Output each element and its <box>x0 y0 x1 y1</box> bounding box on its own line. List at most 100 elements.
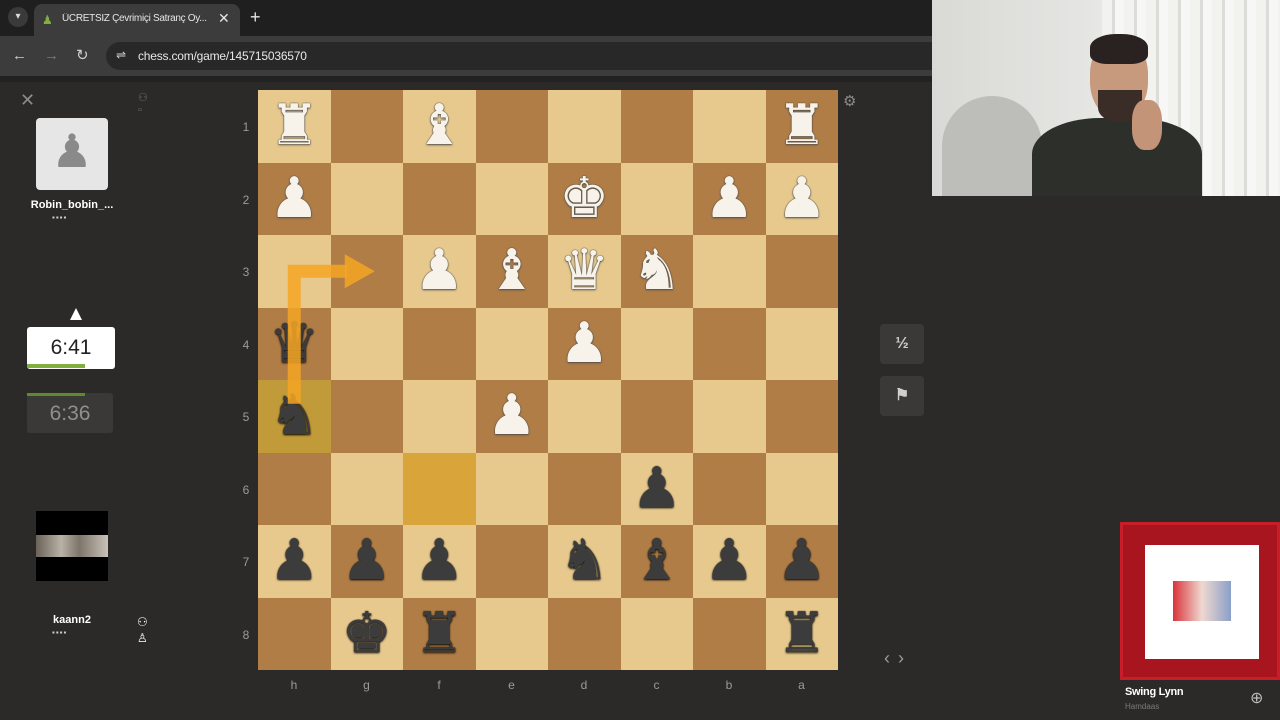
black-queen-piece[interactable]: ♛ <box>258 308 331 381</box>
white-pawn-piece[interactable]: ♟ <box>476 380 549 453</box>
square-g2[interactable] <box>330 162 403 235</box>
black-pawn-piece[interactable]: ♟ <box>258 525 331 598</box>
square-c1[interactable] <box>620 90 693 163</box>
square-b4[interactable] <box>693 307 766 380</box>
black-bishop-piece[interactable]: ♝ <box>621 525 694 598</box>
square-e1[interactable] <box>475 90 548 163</box>
square-c3[interactable]: ♞ <box>620 235 694 308</box>
square-d2[interactable]: ♚ <box>548 162 621 236</box>
square-h5[interactable]: ♞ <box>258 380 331 453</box>
square-c7[interactable]: ♝ <box>620 525 694 598</box>
square-b2[interactable]: ♟ <box>693 162 766 236</box>
square-h7[interactable]: ♟ <box>258 525 331 598</box>
white-queen-piece[interactable]: ♛ <box>548 235 621 308</box>
square-c4[interactable] <box>620 307 693 380</box>
white-bishop-piece[interactable]: ♝ <box>403 90 476 163</box>
square-d8[interactable] <box>548 597 621 670</box>
resign-flag-button[interactable]: ⚑ <box>880 376 924 416</box>
tab-close-icon[interactable]: ✕ <box>218 10 230 27</box>
square-d5[interactable] <box>548 380 621 453</box>
square-a8[interactable]: ♜ <box>765 597 839 671</box>
square-a5[interactable] <box>765 380 838 453</box>
square-e5[interactable]: ♟ <box>475 380 549 453</box>
square-d1[interactable] <box>548 90 621 163</box>
tab-search-button[interactable]: ▾ <box>8 7 28 27</box>
white-rook-piece[interactable]: ♜ <box>766 90 839 163</box>
white-pawn-piece[interactable]: ♟ <box>693 163 766 236</box>
address-bar[interactable]: ⇌ chess.com/game/145715036570 <box>106 42 932 70</box>
browser-tab[interactable]: ♟ ÜCRETSİZ Çevrimiçi Satranç Oy... ✕ <box>34 4 240 36</box>
square-a7[interactable]: ♟ <box>765 525 839 598</box>
new-tab-button[interactable]: + <box>250 7 261 27</box>
white-pawn-piece[interactable]: ♟ <box>258 163 331 236</box>
forward-button[interactable]: → <box>44 46 59 66</box>
black-pawn-piece[interactable]: ♟ <box>403 525 476 598</box>
black-pawn-piece[interactable]: ♟ <box>693 525 766 598</box>
square-a6[interactable] <box>765 452 838 525</box>
square-d7[interactable]: ♞ <box>548 525 621 598</box>
square-e2[interactable] <box>475 162 548 235</box>
square-d4[interactable]: ♟ <box>548 307 621 381</box>
promo-card[interactable] <box>1120 522 1280 680</box>
square-e8[interactable] <box>475 597 548 670</box>
square-a1[interactable]: ♜ <box>765 90 839 163</box>
square-g7[interactable]: ♟ <box>330 525 404 598</box>
square-b8[interactable] <box>693 597 766 670</box>
square-f3[interactable]: ♟ <box>403 235 476 308</box>
square-e4[interactable] <box>475 307 548 380</box>
square-f1[interactable]: ♝ <box>403 90 476 163</box>
square-g1[interactable] <box>330 90 403 163</box>
black-king-piece[interactable]: ♚ <box>331 598 404 671</box>
square-b6[interactable] <box>693 452 766 525</box>
square-e6[interactable] <box>475 452 548 525</box>
square-c2[interactable] <box>620 162 693 235</box>
white-pawn-piece[interactable]: ♟ <box>766 163 839 236</box>
white-king-piece[interactable]: ♚ <box>548 163 621 236</box>
black-pawn-piece[interactable]: ♟ <box>621 453 694 526</box>
black-rook-piece[interactable]: ♜ <box>403 598 476 671</box>
back-button[interactable]: ← <box>12 46 27 66</box>
settings-gear-icon[interactable]: ⚙ <box>843 92 856 110</box>
square-c5[interactable] <box>620 380 693 453</box>
previous-move-icon[interactable]: ‹ <box>884 648 898 668</box>
add-icon[interactable]: ⊕ <box>1250 688 1263 708</box>
square-d3[interactable]: ♛ <box>548 235 621 308</box>
offer-draw-button[interactable]: ½ <box>880 324 924 364</box>
square-a4[interactable] <box>765 307 838 380</box>
next-move-icon[interactable]: › <box>898 648 912 668</box>
square-a2[interactable]: ♟ <box>765 162 839 236</box>
white-knight-piece[interactable]: ♞ <box>621 235 694 308</box>
opponent-username[interactable]: Robin_bobin_... <box>20 199 124 211</box>
black-pawn-piece[interactable]: ♟ <box>766 525 839 598</box>
black-rook-piece[interactable]: ♜ <box>766 598 839 671</box>
square-h1[interactable]: ♜ <box>258 90 331 163</box>
square-e7[interactable] <box>475 525 548 598</box>
close-panel-icon[interactable]: ✕ <box>20 90 35 111</box>
player-avatar[interactable] <box>36 511 108 581</box>
white-pawn-piece[interactable]: ♟ <box>403 235 476 308</box>
square-b7[interactable]: ♟ <box>693 525 766 598</box>
site-info-icon[interactable]: ⇌ <box>116 48 126 62</box>
square-g3[interactable] <box>330 235 403 308</box>
promo-title[interactable]: Swing Lynn <box>1125 686 1184 698</box>
square-b1[interactable] <box>693 90 766 163</box>
square-h3[interactable] <box>258 235 331 308</box>
square-c8[interactable] <box>620 597 693 670</box>
square-h2[interactable]: ♟ <box>258 162 331 236</box>
square-h6[interactable] <box>258 452 331 525</box>
white-rook-piece[interactable]: ♜ <box>258 90 331 163</box>
square-e3[interactable]: ♝ <box>475 235 549 308</box>
square-h4[interactable]: ♛ <box>258 307 331 381</box>
square-f4[interactable] <box>403 307 476 380</box>
url-text[interactable]: chess.com/game/145715036570 <box>138 49 307 63</box>
square-g8[interactable]: ♚ <box>330 597 404 671</box>
square-b5[interactable] <box>693 380 766 453</box>
opponent-avatar[interactable]: ♟ <box>36 118 108 190</box>
chess-board[interactable]: ♜ ♝ ♜ ♟ ♚ ♟ ♟ ♟ ♝ ♛ ♞ ♛ ♟ ♞ ♟ ♟ ♟ ♟ ♟ ♞ ♝ ♟ ♟ ♚ ♜ ♜ <box>258 90 838 670</box>
white-bishop-piece[interactable]: ♝ <box>476 235 549 308</box>
square-f6[interactable] <box>403 452 476 525</box>
square-f8[interactable]: ♜ <box>403 597 476 671</box>
black-pawn-piece[interactable]: ♟ <box>331 525 404 598</box>
white-pawn-piece[interactable]: ♟ <box>548 308 621 381</box>
square-a3[interactable] <box>765 235 838 308</box>
